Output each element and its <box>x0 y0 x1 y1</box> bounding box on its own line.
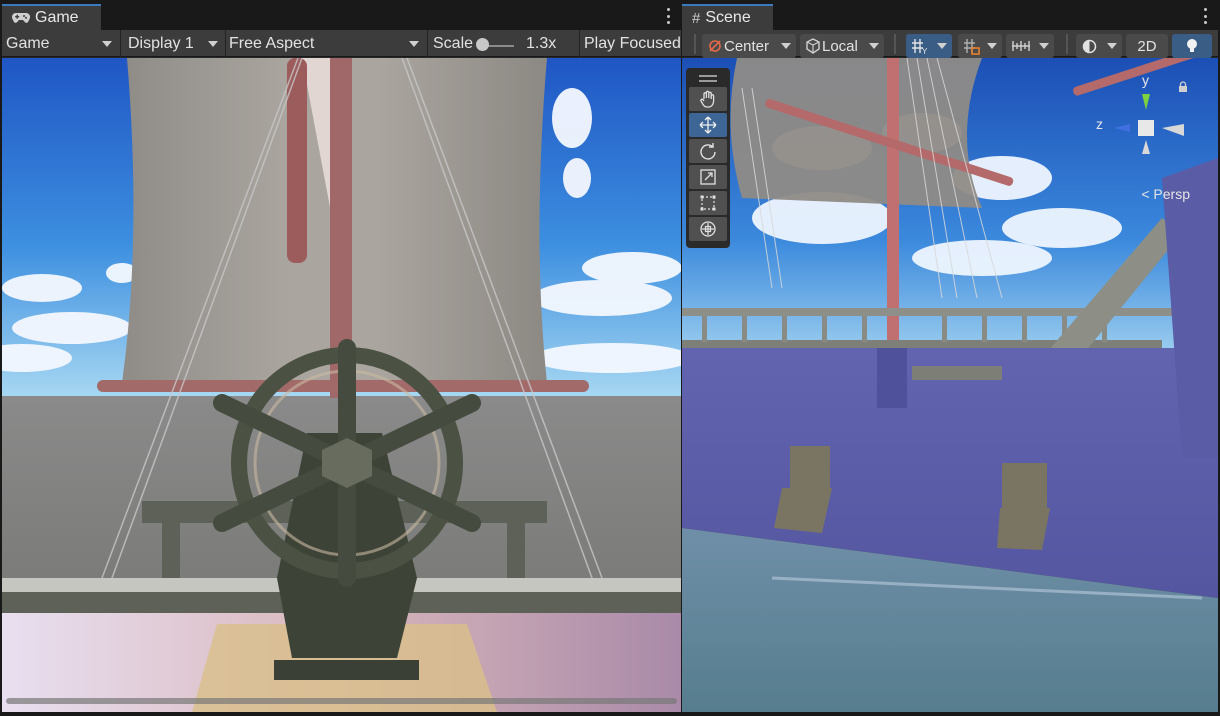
scale-slider[interactable]: Scale 1.3x <box>429 32 579 56</box>
pivot-label: Center <box>724 37 770 55</box>
tab-game[interactable]: Game <box>2 4 101 30</box>
chevron-down-icon <box>1107 43 1117 49</box>
game-view-panel: Game Game Display 1 Free Aspect Scale 1.… <box>2 4 681 712</box>
rotation-label: Local <box>822 37 858 55</box>
grid-hash-icon: # <box>692 9 701 27</box>
scale-slider-thumb[interactable] <box>476 38 489 51</box>
play-mode-dropdown[interactable]: Play Focused <box>580 32 681 56</box>
scale-label: Scale <box>433 35 474 52</box>
game-render <box>2 58 681 712</box>
scale-value: 1.3x <box>526 35 557 52</box>
hand-tool-icon[interactable] <box>689 87 727 111</box>
tools-grip-icon[interactable] <box>689 71 727 85</box>
pivot-rotation-dropdown[interactable]: Local <box>800 34 884 58</box>
scene-viewport[interactable]: y z < Persp <box>682 58 1218 712</box>
lock-icon[interactable] <box>1178 80 1188 97</box>
pivot-position-dropdown[interactable]: Center <box>702 34 796 58</box>
scene-tools-overlay <box>686 68 730 248</box>
projection-label[interactable]: < Persp <box>1141 186 1190 202</box>
move-tool-icon[interactable] <box>689 113 727 137</box>
aspect-dropdown[interactable]: Free Aspect <box>225 32 425 56</box>
game-mode-dropdown[interactable]: Game <box>2 32 118 56</box>
scene-tabbar: # Scene <box>682 4 1218 30</box>
scene-toolbar: Center Local Y 2D <box>682 30 1218 58</box>
scale-tool-icon[interactable] <box>689 165 727 189</box>
play-mode-label: Play Focused <box>584 35 681 52</box>
toggle-2d-label: 2D <box>1137 37 1157 55</box>
scene-lighting-toggle[interactable] <box>1172 34 1212 58</box>
game-panel-menu-icon[interactable] <box>665 8 671 24</box>
pivot-icon <box>709 40 721 52</box>
game-toolbar: Game Display 1 Free Aspect Scale 1.3x Pl… <box>2 30 681 57</box>
grid-snapping-dropdown[interactable] <box>958 34 1002 58</box>
chevron-down-icon <box>869 43 879 49</box>
transform-tool-icon[interactable] <box>689 217 727 241</box>
display-dropdown[interactable]: Display 1 <box>124 32 224 56</box>
chevron-down-icon <box>409 41 419 47</box>
chevron-down-icon <box>987 43 997 49</box>
grid-visibility-dropdown[interactable]: Y <box>906 34 952 58</box>
draw-mode-dropdown[interactable] <box>1076 34 1122 58</box>
svg-text:Y: Y <box>922 47 928 55</box>
gizmo-y-label: y <box>1142 72 1149 88</box>
game-viewport[interactable] <box>2 58 681 712</box>
scene-view-panel: # Scene Center Local Y 2D y z < Persp <box>682 4 1218 712</box>
ruler-snap-icon <box>1012 41 1030 51</box>
tab-scene[interactable]: # Scene <box>682 4 773 30</box>
toggle-2d-button[interactable]: 2D <box>1126 34 1168 58</box>
gamepad-icon <box>12 12 30 23</box>
lightbulb-icon <box>1187 39 1197 52</box>
tab-scene-label: Scene <box>705 9 751 26</box>
rotate-tool-icon[interactable] <box>689 139 727 163</box>
chevron-left-icon: < <box>1141 186 1150 202</box>
increment-snap-dropdown[interactable] <box>1006 34 1054 58</box>
game-mode-label: Game <box>6 35 50 52</box>
aspect-label: Free Aspect <box>229 35 315 52</box>
chevron-down-icon <box>937 43 947 49</box>
display-label: Display 1 <box>128 35 194 52</box>
chevron-down-icon <box>208 41 218 47</box>
scene-panel-menu-icon[interactable] <box>1202 8 1208 24</box>
gizmo-z-label: z <box>1096 116 1103 132</box>
tab-game-label: Game <box>35 9 79 26</box>
game-tabbar: Game <box>2 4 681 30</box>
chevron-down-icon <box>1039 43 1049 49</box>
shading-mode-icon <box>1082 39 1097 54</box>
grid-snap-icon <box>964 39 980 55</box>
chevron-down-icon <box>781 43 791 49</box>
chevron-down-icon <box>102 41 112 47</box>
projection-text: Persp <box>1153 186 1190 202</box>
grid-y-icon: Y <box>912 39 928 55</box>
local-cube-icon <box>806 38 820 54</box>
rect-tool-icon[interactable] <box>689 191 727 215</box>
